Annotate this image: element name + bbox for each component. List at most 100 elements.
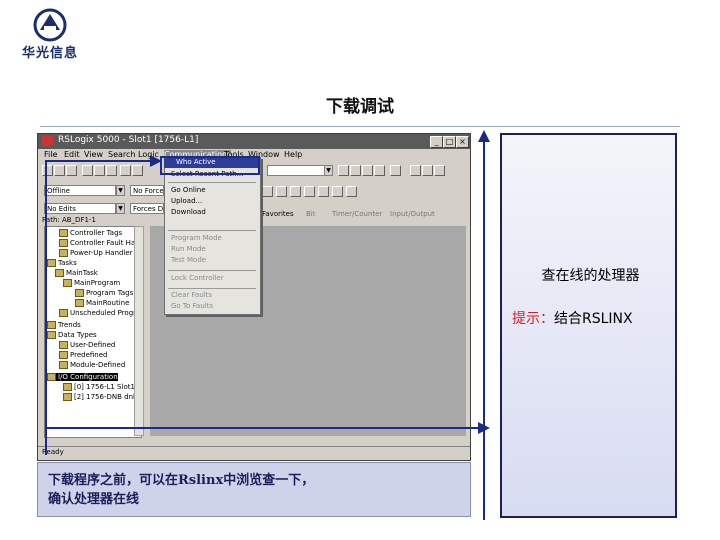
- instruction-tabs: Favorites Bit Timer/Counter Input/Output: [262, 210, 462, 221]
- vertical-guide-line: [483, 140, 485, 520]
- maximize-button[interactable]: □: [443, 136, 456, 148]
- new-icon[interactable]: [42, 165, 53, 176]
- chevron-down-icon[interactable]: ▼: [116, 185, 125, 196]
- arrow-up-icon: [478, 130, 490, 142]
- verify-icon[interactable]: [338, 165, 349, 176]
- paste-icon[interactable]: [106, 165, 117, 176]
- folder-icon: [59, 361, 68, 369]
- menu-item-go-online[interactable]: Go Online: [171, 186, 206, 194]
- routine-icon: [75, 299, 84, 307]
- tab-timer-counter[interactable]: Timer/Counter: [332, 210, 382, 218]
- save-icon[interactable]: [66, 165, 77, 176]
- tree-item[interactable]: Unscheduled Program: [59, 309, 141, 317]
- find-icon[interactable]: [362, 165, 373, 176]
- tree-item[interactable]: Module-Defined: [59, 361, 125, 369]
- tree-item-label: Module-Defined: [70, 361, 126, 369]
- tree-scrollbar[interactable]: [134, 226, 144, 436]
- search-combo[interactable]: [267, 165, 325, 176]
- horizontal-guide-line: [45, 160, 160, 162]
- folder-icon: [59, 341, 68, 349]
- menu-item-program-mode[interactable]: Program Mode: [171, 234, 222, 242]
- minimize-button[interactable]: _: [430, 136, 443, 148]
- zoom-icon[interactable]: [390, 165, 401, 176]
- panel-heading: 查在线的处理器: [541, 268, 640, 284]
- undo-icon[interactable]: [120, 165, 131, 176]
- unlatch-icon[interactable]: [346, 186, 357, 197]
- menu-item-clear-faults[interactable]: Clear Faults: [171, 291, 212, 299]
- tree-item[interactable]: MainTask: [55, 269, 98, 277]
- menu-divider: [168, 230, 256, 231]
- status-bar: Ready: [38, 446, 470, 460]
- help-icon[interactable]: [422, 165, 433, 176]
- edits-field[interactable]: No Edits: [44, 203, 116, 214]
- tree-item[interactable]: I/O Configuration: [47, 373, 118, 381]
- tree-item[interactable]: [2] 1756-DNB dnb: [63, 393, 137, 401]
- tab-input-output[interactable]: Input/Output: [390, 210, 435, 218]
- tree-item-label: Controller Tags: [70, 229, 123, 237]
- menu-help[interactable]: Help: [284, 150, 302, 159]
- branch-icon[interactable]: [276, 186, 287, 197]
- tree-item[interactable]: Program Tags: [75, 289, 133, 297]
- tree-item[interactable]: Power-Up Handler: [59, 249, 133, 257]
- tree-item[interactable]: Tasks: [47, 259, 77, 267]
- tree-item[interactable]: User-Defined: [59, 341, 115, 349]
- logo-text: 华光信息: [21, 46, 78, 61]
- caption-text: 下载程序之前，可以在Rslinx中浏览查一下， 确认处理器在线: [48, 471, 458, 509]
- menu-item-run-mode[interactable]: Run Mode: [171, 245, 206, 253]
- menu-edit[interactable]: Edit: [64, 150, 80, 159]
- redo-icon[interactable]: [132, 165, 143, 176]
- menu-file[interactable]: File: [44, 150, 57, 159]
- latch-icon[interactable]: [332, 186, 343, 197]
- tree-item[interactable]: Controller Fault Handler: [59, 239, 141, 247]
- copy-icon[interactable]: [94, 165, 105, 176]
- chevron-down-icon[interactable]: ▼: [116, 203, 125, 214]
- caption-box: 下载程序之前，可以在Rslinx中浏览查一下， 确认处理器在线: [37, 462, 471, 517]
- tree-item[interactable]: [0] 1756-L1 Slot1: [63, 383, 135, 391]
- contact-icon[interactable]: [290, 186, 301, 197]
- tree-item[interactable]: Data Types: [47, 331, 97, 339]
- tab-bit[interactable]: Bit: [306, 210, 316, 218]
- tab-favorites[interactable]: Favorites: [262, 210, 294, 218]
- open-icon[interactable]: [54, 165, 65, 176]
- tree-item[interactable]: MainProgram: [63, 279, 120, 287]
- menu-divider: [168, 270, 256, 271]
- forces-field[interactable]: No Forces: [130, 185, 164, 196]
- tree-item-label: I/O Configuration: [58, 373, 118, 381]
- path-label: Path: AB_DF1-1: [42, 216, 96, 224]
- task-icon: [55, 269, 64, 277]
- tree-item-label: MainRoutine: [86, 299, 130, 307]
- verify-all-icon[interactable]: [350, 165, 361, 176]
- menu-item-test-mode[interactable]: Test Mode: [171, 256, 206, 264]
- tree-item-label: Program Tags: [86, 289, 134, 297]
- menu-search[interactable]: Search: [108, 150, 135, 159]
- organizer-icon[interactable]: [434, 165, 445, 176]
- tree-item[interactable]: Trends: [47, 321, 81, 329]
- tree-item-label: MainTask: [66, 269, 98, 277]
- cross-ref-icon[interactable]: [374, 165, 385, 176]
- properties-icon[interactable]: [410, 165, 421, 176]
- forces-disabled-field[interactable]: Forces Disabled: [130, 203, 164, 214]
- cut-icon[interactable]: [82, 165, 93, 176]
- tree-item-label: User-Defined: [70, 341, 116, 349]
- menu-item-go-to-faults[interactable]: Go To Faults: [171, 302, 213, 310]
- app-icon: [42, 136, 53, 146]
- folder-icon: [59, 239, 68, 247]
- menu-view[interactable]: View: [84, 150, 103, 159]
- mode-field[interactable]: Offline: [44, 185, 116, 196]
- tree-item[interactable]: Controller Tags: [59, 229, 122, 237]
- panel-hint: 提示：结合RSLINX: [512, 308, 633, 328]
- tree-item[interactable]: MainRoutine: [75, 299, 129, 307]
- program-icon: [63, 279, 72, 287]
- close-button[interactable]: ×: [456, 136, 469, 148]
- folder-icon: [59, 229, 68, 237]
- rung-icon[interactable]: [262, 186, 273, 197]
- coil-icon[interactable]: [318, 186, 329, 197]
- tree-item[interactable]: Predefined: [59, 351, 107, 359]
- chevron-down-icon[interactable]: ▼: [324, 165, 333, 176]
- menu-item-download[interactable]: Download: [171, 208, 206, 216]
- folder-icon: [47, 321, 56, 329]
- contact-nc-icon[interactable]: [304, 186, 315, 197]
- menu-item-upload[interactable]: Upload...: [171, 197, 202, 205]
- menu-item-lock-controller[interactable]: Lock Controller: [171, 274, 224, 282]
- tree-item-label: Predefined: [70, 351, 108, 359]
